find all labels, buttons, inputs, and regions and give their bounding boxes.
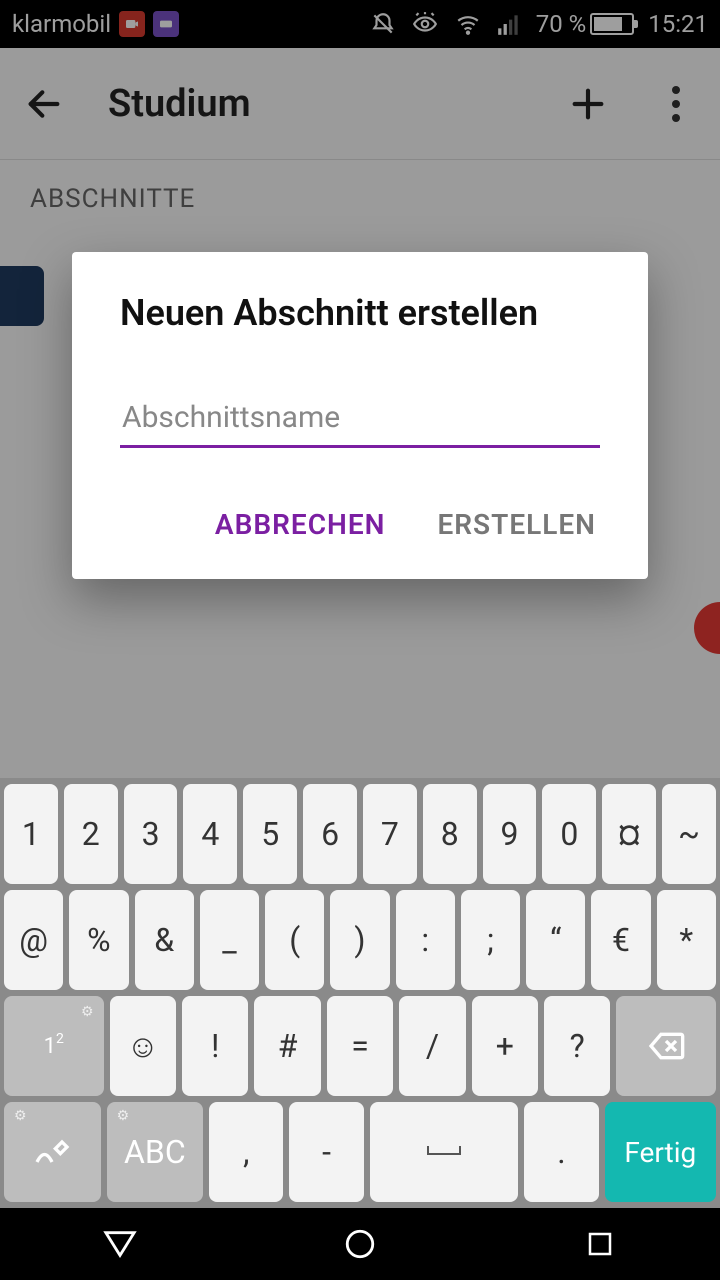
key-equals[interactable]: = <box>327 996 393 1096</box>
soft-keyboard: 1 2 3 4 5 6 7 8 9 0 ¤ ~ @ % & _ ( ) : ; … <box>0 778 720 1208</box>
key-2[interactable]: 2 <box>64 784 118 884</box>
key-exclaim[interactable]: ! <box>182 996 248 1096</box>
key-backspace[interactable] <box>616 996 716 1096</box>
key-space[interactable] <box>370 1102 519 1202</box>
key-asterisk[interactable]: * <box>657 890 716 990</box>
key-4[interactable]: 4 <box>183 784 237 884</box>
key-rparen[interactable]: ) <box>330 890 389 990</box>
key-lparen[interactable]: ( <box>265 890 324 990</box>
key-6[interactable]: 6 <box>303 784 357 884</box>
key-semicolon[interactable]: ; <box>461 890 520 990</box>
key-abc[interactable]: ⚙ ABC <box>107 1102 204 1202</box>
android-nav-bar <box>0 1208 720 1280</box>
key-plus[interactable]: + <box>472 996 538 1096</box>
key-done[interactable]: Fertig <box>605 1102 716 1202</box>
key-period[interactable]: . <box>524 1102 598 1202</box>
key-quote[interactable]: “ <box>526 890 585 990</box>
nav-recent-button[interactable] <box>572 1216 628 1272</box>
key-question[interactable]: ? <box>544 996 610 1096</box>
key-comma[interactable]: , <box>209 1102 283 1202</box>
nav-home-button[interactable] <box>332 1216 388 1272</box>
key-9[interactable]: 9 <box>483 784 537 884</box>
key-1[interactable]: 1 <box>4 784 58 884</box>
key-currency[interactable]: ¤ <box>602 784 656 884</box>
key-0[interactable]: 0 <box>542 784 596 884</box>
key-8[interactable]: 8 <box>423 784 477 884</box>
key-ampersand[interactable]: & <box>135 890 194 990</box>
key-colon[interactable]: : <box>396 890 455 990</box>
cancel-button[interactable]: ABBRECHEN <box>211 498 390 551</box>
key-tilde[interactable]: ~ <box>662 784 716 884</box>
key-5[interactable]: 5 <box>243 784 297 884</box>
key-euro[interactable]: € <box>591 890 650 990</box>
key-hash[interactable]: # <box>254 996 320 1096</box>
key-dash[interactable]: - <box>289 1102 363 1202</box>
create-section-dialog: Neuen Abschnitt erstellen ABBRECHEN ERST… <box>72 252 648 579</box>
section-name-input[interactable] <box>120 394 600 448</box>
key-emoji[interactable]: ☺ <box>110 996 176 1096</box>
create-button[interactable]: ERSTELLEN <box>433 498 600 551</box>
key-slash[interactable]: / <box>399 996 465 1096</box>
key-7[interactable]: 7 <box>363 784 417 884</box>
dialog-title: Neuen Abschnitt erstellen <box>120 292 600 334</box>
nav-back-button[interactable] <box>92 1216 148 1272</box>
key-3[interactable]: 3 <box>124 784 178 884</box>
key-underscore[interactable]: _ <box>200 890 259 990</box>
key-handwriting[interactable]: ⚙ <box>4 1102 101 1202</box>
key-at[interactable]: @ <box>4 890 63 990</box>
key-percent[interactable]: % <box>69 890 128 990</box>
key-symbol-page[interactable]: ⚙ 12 <box>4 996 104 1096</box>
